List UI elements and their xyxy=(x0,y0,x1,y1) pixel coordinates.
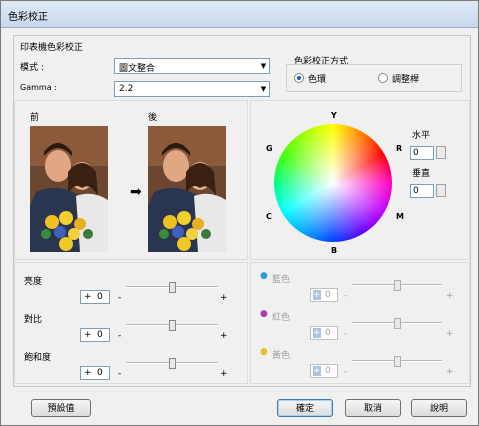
adjust-slider-thumb[interactable] xyxy=(169,320,176,331)
horizontal-spinner[interactable] xyxy=(436,146,446,159)
slider-plus-label: + xyxy=(446,329,454,339)
adjust-sign: + xyxy=(84,292,92,302)
method-slider-radio[interactable] xyxy=(378,73,388,83)
photo-image xyxy=(148,126,226,252)
mode-select[interactable]: 圖文整合 ▼ xyxy=(114,58,270,74)
adjust-field[interactable]: +0 xyxy=(80,290,110,304)
color-adjust-field[interactable]: +0 xyxy=(310,288,338,302)
yellow-drop-icon: ● xyxy=(260,347,268,357)
color-adjust-label: 藍色 xyxy=(272,275,291,285)
adjust-value: 0 xyxy=(97,292,103,302)
printer-color-correction-panel: 印表機色彩校正 模式 : 圖文整合 ▼ Gamma : 2.2 ▼ 色彩校正方式… xyxy=(13,35,471,387)
wheel-label-c: C xyxy=(266,212,272,221)
cancel-button[interactable]: 取消 xyxy=(345,399,401,417)
after-photo xyxy=(148,126,226,252)
default-button[interactable]: 預設值 xyxy=(31,399,91,417)
color-adjust-sign: + xyxy=(313,366,321,376)
color-adjust-value: 0 xyxy=(325,366,331,376)
color-adjust-field[interactable]: +0 xyxy=(310,326,338,340)
slider-plus-label: + xyxy=(220,369,228,379)
gamma-label: Gamma : xyxy=(20,83,57,92)
adjust-sign: + xyxy=(84,368,92,378)
color-adjust-value: 0 xyxy=(325,328,331,338)
slider-plus-label: + xyxy=(446,291,454,301)
adjust-value: 0 xyxy=(97,330,103,340)
magenta-drop-icon: ● xyxy=(260,309,268,319)
vertical-spinner[interactable] xyxy=(436,184,446,197)
window-title: 色彩校正 xyxy=(8,12,48,23)
horizontal-label: 水平 xyxy=(412,131,431,141)
slider-minus-label: - xyxy=(344,367,348,377)
right-arrow-icon: ➡ xyxy=(130,184,142,200)
mode-label: 模式 : xyxy=(20,63,44,73)
help-button[interactable]: 說明 xyxy=(411,399,467,417)
horizontal-value: 0 xyxy=(413,148,419,158)
cyan-drop-icon: ● xyxy=(260,271,268,281)
color-slider-thumb[interactable] xyxy=(394,356,401,367)
color-wheel[interactable]: + xyxy=(274,124,392,242)
slider-minus-label: - xyxy=(118,331,122,341)
photo-image xyxy=(30,126,108,252)
gamma-select[interactable]: 2.2 ▼ xyxy=(114,81,270,97)
method-wheel-radio[interactable] xyxy=(294,73,304,83)
after-label: 後 xyxy=(148,113,158,123)
vertical-label: 垂直 xyxy=(412,169,431,179)
wheel-label-m: M xyxy=(396,212,404,221)
method-wheel-label: 色環 xyxy=(308,75,327,85)
before-label: 前 xyxy=(30,113,40,123)
wheel-label-g: G xyxy=(266,144,273,153)
slider-minus-label: - xyxy=(118,293,122,303)
color-adjust-field[interactable]: +0 xyxy=(310,364,338,378)
ok-button[interactable]: 確定 xyxy=(277,399,333,417)
adjust-label: 亮度 xyxy=(24,277,43,287)
adjust-slider-thumb[interactable] xyxy=(169,358,176,369)
adjust-label: 對比 xyxy=(24,315,43,325)
slider-plus-label: + xyxy=(220,293,228,303)
vertical-value: 0 xyxy=(413,186,419,196)
wheel-label-r: R xyxy=(396,144,403,153)
wheel-label-y: Y xyxy=(331,111,337,120)
color-adjust-sign: + xyxy=(313,328,321,338)
slider-minus-label: - xyxy=(344,291,348,301)
title-bar: 色彩校正 xyxy=(1,1,478,28)
color-correction-dialog: 色彩校正 印表機色彩校正 模式 : 圖文整合 ▼ Gamma : 2.2 ▼ 色… xyxy=(0,0,479,426)
color-slider-thumb[interactable] xyxy=(394,318,401,329)
wheel-label-b: B xyxy=(331,246,338,255)
slider-plus-label: + xyxy=(446,367,454,377)
slider-plus-label: + xyxy=(220,331,228,341)
adjust-field[interactable]: +0 xyxy=(80,328,110,342)
adjust-group xyxy=(14,262,248,384)
vertical-field[interactable]: 0 xyxy=(410,184,434,198)
color-adjust-label: 黃色 xyxy=(272,351,291,361)
color-adjust-sign: + xyxy=(313,290,321,300)
color-adjust-label: 紅色 xyxy=(272,313,291,323)
adjust-label: 飽和度 xyxy=(24,353,52,363)
adjust-value: 0 xyxy=(97,368,103,378)
color-adjust-value: 0 xyxy=(325,290,331,300)
method-slider-label: 調整桿 xyxy=(392,75,420,85)
adjust-slider-thumb[interactable] xyxy=(169,282,176,293)
adjust-sign: + xyxy=(84,330,92,340)
slider-minus-label: - xyxy=(344,329,348,339)
adjust-field[interactable]: +0 xyxy=(80,366,110,380)
gamma-value: 2.2 xyxy=(119,84,134,94)
printer-group-title: 印表機色彩校正 xyxy=(20,43,84,53)
mode-value: 圖文整合 xyxy=(119,64,156,74)
chevron-down-icon: ▼ xyxy=(260,85,267,93)
chevron-down-icon: ▼ xyxy=(260,62,267,70)
slider-minus-label: - xyxy=(118,369,122,379)
color-slider-thumb[interactable] xyxy=(394,280,401,291)
horizontal-field[interactable]: 0 xyxy=(410,146,434,160)
wheel-center-marker: + xyxy=(330,179,338,189)
before-photo xyxy=(30,126,108,252)
